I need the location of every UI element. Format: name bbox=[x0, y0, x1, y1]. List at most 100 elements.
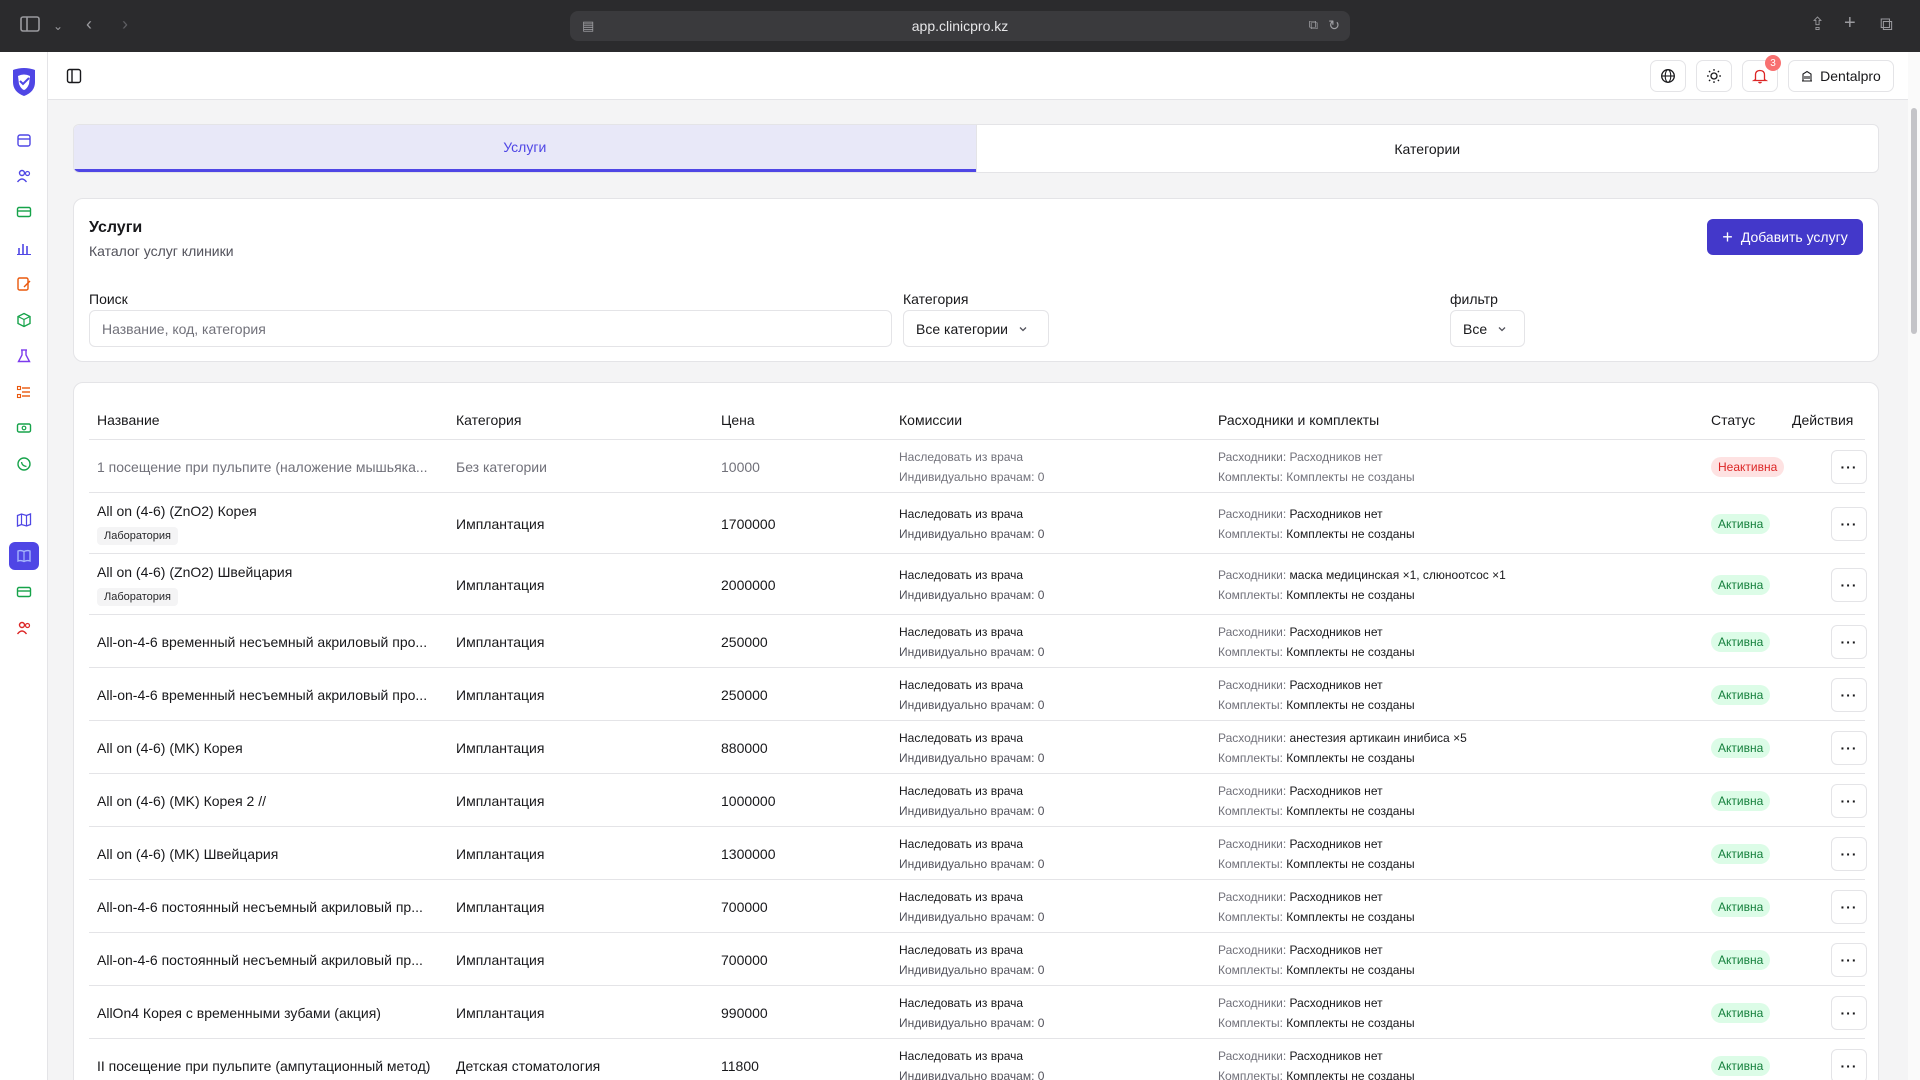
sidebar-toggle-button[interactable] bbox=[60, 62, 88, 90]
payments-icon[interactable] bbox=[9, 198, 39, 226]
commission-individual: Индивидуально врачам: 0 bbox=[899, 698, 1045, 712]
consumables-prefix: Расходники: bbox=[1218, 625, 1287, 639]
staff-icon[interactable] bbox=[9, 614, 39, 642]
table-row[interactable]: II посещение при пульпите (ампутационный… bbox=[89, 1039, 1867, 1080]
sidebar-toggle-icon[interactable] bbox=[20, 16, 40, 35]
table-row[interactable]: All-on-4-6 временный несъемный акриловый… bbox=[89, 668, 1867, 721]
consumables-prefix: Расходники: bbox=[1218, 996, 1287, 1010]
services-book-icon[interactable] bbox=[9, 542, 39, 570]
row-actions-button[interactable]: ··· bbox=[1831, 1049, 1867, 1080]
lab-flask-icon[interactable] bbox=[9, 342, 39, 370]
reload-icon[interactable]: ↻ bbox=[1328, 17, 1340, 34]
column-header-commissions[interactable]: Комиссии bbox=[899, 412, 962, 428]
service-commission: Наследовать из врача Индивидуально врачам… bbox=[899, 728, 1044, 768]
search-input[interactable] bbox=[89, 310, 892, 347]
service-consumables: Расходники: Расходников нет Комплекты: Ко… bbox=[1218, 993, 1415, 1033]
forward-icon[interactable]: › bbox=[122, 15, 128, 33]
commission-mode: Наследовать из врача bbox=[899, 450, 1024, 464]
chevron-down-icon[interactable]: ⌄ bbox=[53, 17, 63, 35]
more-horizontal-icon: ··· bbox=[1840, 846, 1858, 862]
service-name[interactable]: All on (4-6) (ZnO2) Швейцария bbox=[97, 564, 452, 580]
service-price: 700000 bbox=[721, 952, 768, 968]
status-filter-select[interactable]: Все bbox=[1450, 310, 1525, 347]
kits-value: Комплекты не созданы bbox=[1286, 698, 1415, 712]
row-actions-button[interactable]: ··· bbox=[1831, 996, 1867, 1030]
kits-value: Комплекты не созданы bbox=[1286, 527, 1415, 541]
table-row[interactable]: All on (4-6) (MK) Швейцария Имплантация 13… bbox=[89, 827, 1867, 880]
category-select[interactable]: Все категории bbox=[903, 310, 1049, 347]
row-actions-button[interactable]: ··· bbox=[1831, 731, 1867, 765]
map-icon[interactable] bbox=[9, 506, 39, 534]
theme-toggle-button[interactable] bbox=[1696, 60, 1732, 92]
column-header-price[interactable]: Цена bbox=[721, 412, 755, 428]
row-actions-button[interactable]: ··· bbox=[1831, 450, 1867, 484]
clinic-switcher-button[interactable]: Dentalpro bbox=[1788, 60, 1894, 92]
app-logo-icon[interactable] bbox=[7, 64, 41, 98]
tabs-overview-icon[interactable]: ⧉ bbox=[1880, 15, 1893, 33]
row-actions-button[interactable]: ··· bbox=[1831, 625, 1867, 659]
service-name[interactable]: All-on-4-6 временный несъемный акриловый… bbox=[97, 634, 452, 650]
notifications-button[interactable]: 3 bbox=[1742, 55, 1781, 92]
commission-mode: Наследовать из врача bbox=[899, 837, 1024, 851]
whatsapp-icon[interactable] bbox=[9, 450, 39, 478]
consumables-value: маска медицинская ×1, слюноотсос ×1 bbox=[1289, 568, 1506, 582]
cash-icon[interactable] bbox=[9, 414, 39, 442]
service-name[interactable]: All-on-4-6 временный несъемный акриловый… bbox=[97, 687, 452, 703]
inventory-icon[interactable] bbox=[9, 306, 39, 334]
table-row[interactable]: All-on-4-6 постоянный несъемный акриловы… bbox=[89, 880, 1867, 933]
service-name[interactable]: All-on-4-6 постоянный несъемный акриловы… bbox=[97, 899, 452, 915]
service-name[interactable]: All on (4-6) (MK) Корея bbox=[97, 740, 452, 756]
kits-prefix: Комплекты: bbox=[1218, 588, 1283, 602]
row-actions-button[interactable]: ··· bbox=[1831, 678, 1867, 712]
panel-left-icon bbox=[66, 68, 82, 84]
table-row[interactable]: All on (4-6) (MK) Корея Имплантация 880000… bbox=[89, 721, 1867, 774]
back-icon[interactable]: ‹ bbox=[86, 15, 92, 33]
column-header-category[interactable]: Категория bbox=[456, 412, 521, 428]
service-name[interactable]: II посещение при пульпите (ампутационный… bbox=[97, 1058, 452, 1074]
table-row[interactable]: All on (4-6) (ZnO2) Швейцария Лаборатория… bbox=[89, 554, 1867, 615]
column-header-status[interactable]: Статус bbox=[1711, 412, 1755, 428]
tab-categories[interactable]: Категории bbox=[975, 125, 1879, 172]
column-header-name[interactable]: Название bbox=[97, 412, 160, 428]
table-row[interactable]: 1 посещение при пульпите (наложение мышь… bbox=[89, 440, 1867, 493]
row-actions-button[interactable]: ··· bbox=[1831, 568, 1867, 602]
service-name[interactable]: 1 посещение при пульпите (наложение мышь… bbox=[97, 459, 452, 475]
notifications-count-badge: 3 bbox=[1765, 55, 1781, 71]
analytics-icon[interactable] bbox=[9, 234, 39, 262]
new-tab-icon[interactable]: + bbox=[1844, 13, 1856, 33]
row-actions-button[interactable]: ··· bbox=[1831, 890, 1867, 924]
table-row[interactable]: All on (4-6) (ZnO2) Корея Лаборатория Импл… bbox=[89, 493, 1867, 554]
service-price: 700000 bbox=[721, 899, 768, 915]
calendar-icon[interactable] bbox=[9, 126, 39, 154]
service-tag: Лаборатория bbox=[97, 588, 178, 606]
patients-icon[interactable] bbox=[9, 162, 39, 190]
row-actions-button[interactable]: ··· bbox=[1831, 784, 1867, 818]
language-button[interactable] bbox=[1650, 60, 1686, 92]
billing-card-icon[interactable] bbox=[9, 578, 39, 606]
service-name[interactable]: All on (4-6) (MK) Швейцария bbox=[97, 846, 452, 862]
service-name[interactable]: AllOn4 Корея с временными зубами (акция) bbox=[97, 1005, 452, 1021]
address-bar[interactable]: ▤ app.clinicpro.kz ⧉ ↻ bbox=[570, 11, 1350, 41]
column-header-consumables[interactable]: Расходники и комплекты bbox=[1218, 412, 1379, 428]
scrollbar-thumb[interactable] bbox=[1911, 108, 1917, 334]
table-row[interactable]: AllOn4 Корея с временными зубами (акция)… bbox=[89, 986, 1867, 1039]
table-row[interactable]: All-on-4-6 временный несъемный акриловый… bbox=[89, 615, 1867, 668]
site-settings-icon[interactable]: ▤ bbox=[582, 18, 594, 34]
notes-icon[interactable] bbox=[9, 270, 39, 298]
row-actions-button[interactable]: ··· bbox=[1831, 943, 1867, 977]
table-row[interactable]: All on (4-6) (MK) Корея 2 //Имплантация 1… bbox=[89, 774, 1867, 827]
page-scrollbar[interactable] bbox=[1908, 52, 1920, 1080]
service-name[interactable]: All-on-4-6 постоянный несъемный акриловы… bbox=[97, 952, 452, 968]
service-name[interactable]: All on (4-6) (MK) Корея 2 // bbox=[97, 793, 452, 809]
tab-services[interactable]: Услуги bbox=[74, 125, 976, 172]
tasks-list-icon[interactable] bbox=[9, 378, 39, 406]
kits-prefix: Комплекты: bbox=[1218, 804, 1283, 818]
share-icon[interactable]: ⇪ bbox=[1810, 15, 1825, 33]
table-row[interactable]: All-on-4-6 постоянный несъемный акриловы… bbox=[89, 933, 1867, 986]
row-actions-button[interactable]: ··· bbox=[1831, 837, 1867, 871]
service-name[interactable]: All on (4-6) (ZnO2) Корея bbox=[97, 503, 452, 519]
add-service-button[interactable]: + Добавить услугу bbox=[1707, 219, 1863, 255]
row-actions-button[interactable]: ··· bbox=[1831, 507, 1867, 541]
translate-icon[interactable]: ⧉ bbox=[1309, 17, 1318, 33]
category-label: Категория bbox=[903, 291, 969, 307]
